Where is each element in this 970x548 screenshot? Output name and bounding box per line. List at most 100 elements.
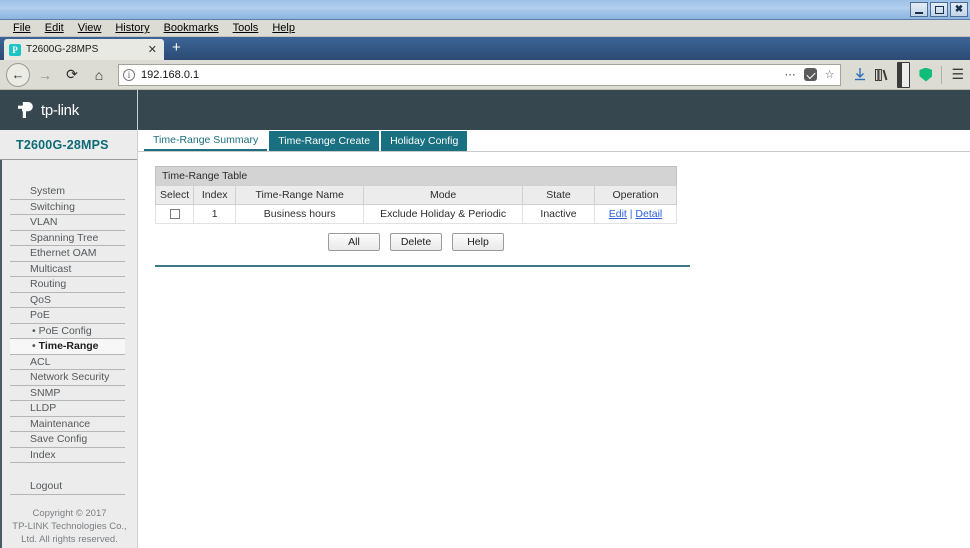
menu-tools[interactable]: Tools bbox=[226, 21, 266, 35]
hamburger-menu-icon[interactable]: ☰ bbox=[951, 66, 964, 83]
action-button-row: All Delete Help bbox=[155, 224, 677, 251]
tracking-protection-shield-icon[interactable] bbox=[919, 67, 933, 82]
menu-file[interactable]: File bbox=[6, 21, 38, 35]
menu-help[interactable]: Help bbox=[265, 21, 302, 35]
window-minimize-button[interactable] bbox=[910, 2, 928, 17]
copyright-line-1: Copyright © 2017 bbox=[32, 507, 107, 519]
sidebar-label: Multicast bbox=[30, 262, 72, 275]
browser-navbar: ← → ⟳ ⌂ i 192.168.0.1 ⋯ ☆ ☰ bbox=[0, 60, 970, 90]
brand-wordmark: tp-link bbox=[41, 101, 79, 119]
library-icon[interactable] bbox=[875, 68, 888, 81]
sidebar-item-poe-config[interactable]: PoE Config bbox=[10, 324, 125, 339]
browser-tab[interactable]: P T2600G-28MPS ✕ bbox=[4, 39, 164, 60]
row-name: Business hours bbox=[235, 204, 365, 224]
browser-tabstrip: P T2600G-28MPS ✕ + bbox=[0, 37, 970, 60]
tab-holiday-config[interactable]: Holiday Config bbox=[381, 131, 468, 151]
sidebar-label: Save Config bbox=[30, 433, 88, 446]
device-model-name: T2600G-28MPS bbox=[16, 137, 109, 152]
toolbar-icon-group: ☰ bbox=[850, 61, 964, 88]
row-state: Inactive bbox=[522, 204, 595, 224]
tab-time-range-create[interactable]: Time-Range Create bbox=[269, 131, 380, 151]
sidebar-item-save-config[interactable]: Save Config bbox=[10, 432, 125, 448]
sidebar-item-multicast[interactable]: Multicast bbox=[10, 262, 125, 277]
copyright-block: Copyright © 2017 TP-LINK Technologies Co… bbox=[2, 495, 137, 546]
copyright-line-3: Ltd. All rights reserved. bbox=[21, 533, 118, 545]
new-tab-button[interactable]: + bbox=[164, 40, 189, 57]
menu-bookmarks[interactable]: Bookmarks bbox=[157, 21, 226, 35]
window-close-button[interactable]: ✖ bbox=[950, 2, 968, 17]
table-body: 1 Business hours Exclude Holiday & Perio… bbox=[154, 204, 677, 224]
forward-button[interactable]: → bbox=[33, 63, 57, 87]
sidebar-label: Spanning Tree bbox=[30, 231, 99, 244]
sidebar-label: Ethernet OAM bbox=[30, 247, 97, 260]
time-range-table: Select Index Time-Range Name Mode State … bbox=[154, 185, 677, 224]
help-button[interactable]: Help bbox=[452, 233, 504, 251]
toolbar-divider bbox=[941, 65, 943, 84]
close-icon: ✖ bbox=[954, 3, 964, 15]
sidebar-label: Index bbox=[30, 448, 56, 461]
delete-button[interactable]: Delete bbox=[390, 233, 442, 251]
sidebar-label: SNMP bbox=[30, 386, 61, 399]
sidebar-item-snmp[interactable]: SNMP bbox=[10, 386, 125, 401]
sidebar-label: Logout bbox=[30, 480, 63, 493]
window-controls: ✖ bbox=[910, 2, 968, 17]
brand-header: tp-link bbox=[0, 90, 137, 130]
tp-link-favicon-icon: P bbox=[9, 43, 21, 56]
sidebar-item-maintenance[interactable]: Maintenance bbox=[10, 417, 125, 432]
page-body: tp-link T2600G-28MPS System Switching VL… bbox=[0, 90, 970, 548]
menu-edit[interactable]: Edit bbox=[38, 21, 71, 35]
sidebar-label: VLAN bbox=[30, 216, 58, 229]
sidebar-item-qos[interactable]: QoS bbox=[10, 293, 125, 308]
menu-view[interactable]: View bbox=[71, 21, 109, 35]
sidebar-item-spanning-tree[interactable]: Spanning Tree bbox=[10, 231, 125, 246]
content-tabs: Time-Range Summary Time-Range Create Hol… bbox=[138, 130, 970, 152]
copyright-line-2: TP-LINK Technologies Co., bbox=[12, 520, 127, 532]
table-head: Select Index Time-Range Name Mode State … bbox=[154, 185, 677, 205]
reload-button[interactable]: ⟳ bbox=[60, 63, 84, 87]
table-row: 1 Business hours Exclude Holiday & Perio… bbox=[154, 204, 677, 224]
row-select-checkbox[interactable] bbox=[169, 209, 180, 220]
sidebar-item-index[interactable]: Index bbox=[10, 448, 125, 463]
sidebar-nav: System Switching VLAN Spanning Tree Ethe… bbox=[0, 160, 137, 548]
sidebar-item-time-range[interactable]: Time-Range bbox=[10, 339, 125, 355]
sidebar-label: Maintenance bbox=[30, 417, 91, 430]
tab-label: Time-Range Create bbox=[278, 135, 371, 147]
pocket-icon[interactable] bbox=[803, 68, 817, 81]
tab-time-range-summary[interactable]: Time-Range Summary bbox=[144, 131, 268, 151]
sidebar-item-system[interactable]: System bbox=[10, 184, 125, 200]
window-maximize-button[interactable] bbox=[930, 2, 948, 17]
time-range-table-panel: Time-Range Table Select Index Time-Range… bbox=[154, 166, 677, 224]
sidebar-toggle-icon[interactable] bbox=[897, 61, 911, 88]
sidebar-item-switching[interactable]: Switching bbox=[10, 200, 125, 215]
sidebar-label: QoS bbox=[30, 293, 52, 306]
tab-close-icon[interactable]: ✕ bbox=[146, 43, 159, 56]
sidebar-item-vlan[interactable]: VLAN bbox=[10, 215, 125, 231]
sidebar-item-routing[interactable]: Routing bbox=[10, 277, 125, 293]
tab-label: Time-Range Summary bbox=[153, 134, 259, 146]
content-divider bbox=[155, 265, 690, 267]
site-info-icon[interactable]: i bbox=[123, 68, 135, 81]
column-header-select: Select bbox=[154, 185, 195, 205]
detail-link[interactable]: Detail bbox=[635, 208, 662, 220]
page-actions-icon[interactable]: ⋯ bbox=[783, 68, 798, 81]
sidebar-label: Time-Range bbox=[32, 340, 99, 352]
bookmark-star-icon[interactable]: ☆ bbox=[823, 68, 837, 81]
sidebar-item-logout[interactable]: Logout bbox=[10, 479, 125, 495]
sidebar-item-lldp[interactable]: LLDP bbox=[10, 401, 125, 417]
edit-link[interactable]: Edit bbox=[609, 208, 627, 220]
back-button[interactable]: ← bbox=[6, 62, 30, 87]
sidebar-item-ethernet-oam[interactable]: Ethernet OAM bbox=[10, 246, 125, 262]
downloads-icon[interactable] bbox=[854, 68, 866, 81]
row-mode: Exclude Holiday & Periodic bbox=[363, 204, 523, 224]
menu-history[interactable]: History bbox=[108, 21, 156, 35]
row-index: 1 bbox=[193, 204, 237, 224]
home-button[interactable]: ⌂ bbox=[87, 63, 111, 87]
tab-label: Holiday Config bbox=[390, 135, 459, 147]
address-bar[interactable]: i 192.168.0.1 ⋯ ☆ bbox=[118, 63, 842, 86]
column-header-name: Time-Range Name bbox=[235, 185, 365, 205]
sidebar-spacer bbox=[2, 463, 137, 479]
sidebar-item-acl[interactable]: ACL bbox=[10, 355, 125, 370]
sidebar-item-network-security[interactable]: Network Security bbox=[10, 370, 125, 386]
sidebar-item-poe[interactable]: PoE bbox=[10, 308, 125, 324]
all-button[interactable]: All bbox=[328, 233, 380, 251]
